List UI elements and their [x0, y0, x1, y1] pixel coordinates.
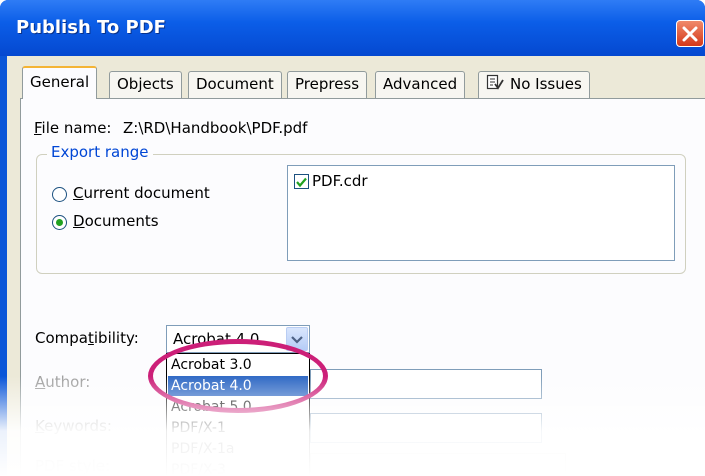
- tab-advanced-label: Advanced: [383, 75, 458, 93]
- tab-document-label: Document: [196, 75, 274, 93]
- keywords-label: Keywords:: [35, 417, 112, 435]
- compatibility-select[interactable]: Acrobat 4.0: [166, 325, 310, 353]
- checkmark-icon: [296, 177, 307, 188]
- dialog-body: General Objects Document Prepress Advanc…: [7, 56, 705, 476]
- option-acrobat-3[interactable]: Acrobat 3.0: [168, 355, 308, 375]
- tab-no-issues-label: No Issues: [510, 75, 582, 93]
- compatibility-dropdown-button[interactable]: [286, 327, 308, 351]
- current-document-label[interactable]: Current document: [73, 184, 210, 202]
- author-field[interactable]: [310, 369, 542, 399]
- title-bar[interactable]: Publish To PDF: [0, 0, 705, 56]
- keywords-field[interactable]: [310, 413, 542, 443]
- chevron-down-icon: [291, 336, 303, 344]
- tab-prepress-label: Prepress: [295, 75, 360, 93]
- close-icon: [682, 26, 698, 42]
- compatibility-label-post: ibility:: [93, 329, 139, 347]
- option-pdf-x-1a[interactable]: PDF/X-1a: [168, 439, 308, 459]
- tab-general[interactable]: General: [22, 66, 98, 99]
- keywords-label-text: eywords:: [44, 417, 112, 435]
- export-range-group: Export range Current document Documents …: [36, 143, 686, 274]
- documents-label[interactable]: Documents: [73, 212, 159, 230]
- close-button[interactable]: [676, 20, 704, 47]
- documents-text: ocuments: [84, 212, 159, 230]
- file-name-label: File name:: [34, 119, 111, 137]
- tab-advanced[interactable]: Advanced: [375, 71, 466, 98]
- radio-selected-dot: [56, 219, 63, 226]
- tab-prepress[interactable]: Prepress: [287, 71, 368, 98]
- option-acrobat-4[interactable]: Acrobat 4.0: [168, 376, 308, 396]
- documents-radio[interactable]: [52, 215, 67, 230]
- issues-icon: [486, 74, 504, 99]
- compatibility-label-pre: Compa: [35, 329, 88, 347]
- documents-listbox[interactable]: PDF.cdr: [287, 165, 675, 261]
- compatibility-label: Compatibility:: [35, 329, 139, 347]
- compatibility-value: Acrobat 4.0: [173, 330, 260, 348]
- current-document-text: urrent document: [83, 184, 210, 202]
- tab-objects-label: Objects: [117, 75, 174, 93]
- option-pdf-x-1[interactable]: PDF/X-1: [168, 418, 308, 438]
- file-name-label-mnemonic: F: [34, 119, 42, 137]
- documents-mnemonic: D: [73, 212, 85, 230]
- tab-no-issues[interactable]: No Issues: [478, 71, 590, 98]
- general-tab-panel: File name: Z:\RD\Handbook\PDF.pdf Export…: [20, 98, 705, 476]
- window-title: Publish To PDF: [16, 17, 166, 38]
- pdf-style-label: PDF style:: [35, 457, 111, 475]
- tab-general-label: General: [30, 73, 90, 91]
- pdf-cdr-checkbox[interactable]: [294, 174, 309, 189]
- pdf-style-select[interactable]: [310, 453, 566, 476]
- file-name-value: Z:\RD\Handbook\PDF.pdf: [123, 119, 308, 137]
- list-item[interactable]: PDF.cdr: [312, 172, 368, 190]
- export-range-legend: Export range: [47, 143, 153, 161]
- compatibility-dropdown-list: Acrobat 3.0 Acrobat 4.0 Acrobat 5.0 PDF/…: [166, 353, 310, 476]
- keywords-label-mnemonic: K: [35, 417, 45, 435]
- publish-to-pdf-dialog: Publish To PDF General Objects Document …: [0, 0, 705, 476]
- tab-objects[interactable]: Objects: [109, 71, 182, 98]
- author-label-mnemonic: A: [35, 373, 46, 391]
- option-pdf-x-3[interactable]: PDF/X-3: [168, 460, 308, 476]
- tab-document[interactable]: Document: [188, 71, 282, 98]
- author-label: Author:: [35, 373, 90, 391]
- author-label-text: uthor:: [45, 373, 91, 391]
- current-document-mnemonic: C: [73, 184, 84, 202]
- option-acrobat-5[interactable]: Acrobat 5.0: [168, 397, 308, 417]
- current-document-radio[interactable]: [52, 187, 67, 202]
- file-name-label-text: ile name:: [41, 119, 112, 137]
